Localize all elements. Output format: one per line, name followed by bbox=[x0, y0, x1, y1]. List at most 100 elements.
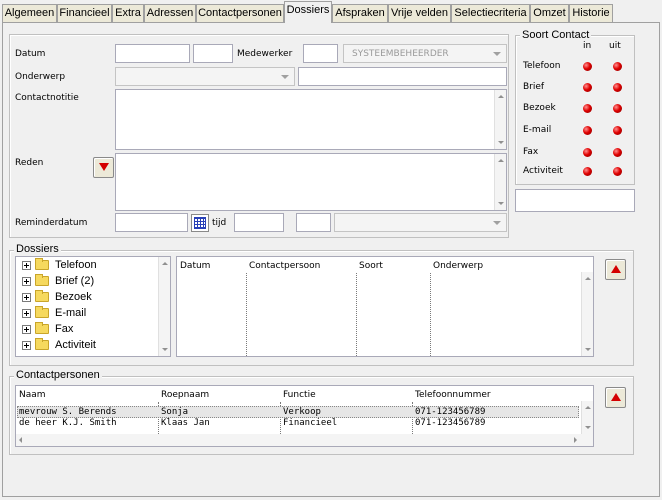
table-cell: Klaas Jan bbox=[161, 418, 210, 428]
chevron-down-icon bbox=[281, 75, 289, 79]
table-cell: Sonja bbox=[161, 407, 189, 417]
tab-historie[interactable]: Historie bbox=[569, 4, 613, 23]
soort-email-label: E-mail bbox=[523, 125, 552, 135]
table-cell: mevrouw S. Berends bbox=[19, 407, 117, 417]
column-header-functie[interactable]: Functie bbox=[283, 389, 316, 401]
folder-icon bbox=[35, 338, 49, 350]
table-cell: Verkoop bbox=[283, 407, 321, 417]
fax-in-led-icon[interactable] bbox=[583, 148, 592, 157]
column-divider bbox=[430, 273, 431, 356]
table-cell: 071-123456789 bbox=[415, 418, 486, 428]
soort-bezoek-label: Bezoek bbox=[523, 103, 556, 113]
reden-down-button[interactable] bbox=[93, 157, 114, 178]
bezoek-uit-led-icon[interactable] bbox=[613, 104, 622, 113]
fax-uit-led-icon[interactable] bbox=[613, 148, 622, 157]
column-header-datum[interactable]: Datum bbox=[180, 260, 210, 272]
column-header-soort[interactable]: Soort bbox=[359, 260, 383, 272]
brief-uit-led-icon[interactable] bbox=[613, 83, 622, 92]
contactnotitie-label: Contactnotitie bbox=[15, 93, 79, 103]
expand-icon[interactable] bbox=[22, 341, 31, 350]
tab-selectiecriteria[interactable]: Selectiecriteria bbox=[451, 4, 530, 23]
email-uit-led-icon[interactable] bbox=[613, 126, 622, 135]
contactpersonen-table[interactable]: Naam Roepnaam Functie Telefoonnummer mev… bbox=[15, 385, 594, 447]
tab-omzet[interactable]: Omzet bbox=[530, 4, 569, 23]
dossier-up-button[interactable] bbox=[605, 259, 626, 280]
expand-icon[interactable] bbox=[22, 277, 31, 286]
medewerker-code-input[interactable] bbox=[303, 44, 338, 63]
folder-icon bbox=[35, 258, 49, 270]
tab-dossiers[interactable]: Dossiers bbox=[284, 1, 332, 23]
expand-icon[interactable] bbox=[22, 261, 31, 270]
reminder-code-input[interactable] bbox=[296, 213, 331, 232]
dossiers-tree[interactable]: Telefoon Brief (2) Bezoek E-mail Fax Act… bbox=[15, 256, 171, 357]
email-in-led-icon[interactable] bbox=[583, 126, 592, 135]
calendar-icon bbox=[194, 217, 206, 229]
table-cell: 071-123456789 bbox=[415, 407, 486, 417]
tab-strip: Algemeen Financieel Extra Adressen Conta… bbox=[0, 0, 662, 23]
arrow-up-icon bbox=[611, 393, 621, 401]
activiteit-uit-led-icon[interactable] bbox=[613, 167, 622, 176]
in-column-label: in bbox=[583, 41, 592, 51]
reminder-tijd-input[interactable] bbox=[234, 213, 284, 232]
column-divider bbox=[246, 273, 247, 356]
dossiers-tree-scrollbar[interactable] bbox=[158, 257, 170, 356]
column-header-contactpersoon[interactable]: Contactpersoon bbox=[249, 260, 320, 272]
soort-contact-title: Soort Contact bbox=[520, 29, 592, 41]
reden-textarea[interactable] bbox=[115, 153, 507, 211]
telefoon-in-led-icon[interactable] bbox=[583, 62, 592, 71]
folder-icon bbox=[35, 290, 49, 302]
brief-in-led-icon[interactable] bbox=[583, 83, 592, 92]
dossiers-list[interactable]: Datum Contactpersoon Soort Onderwerp bbox=[176, 256, 594, 357]
contactpersonen-title: Contactpersonen bbox=[14, 369, 102, 381]
soort-telefoon-label: Telefoon bbox=[523, 61, 561, 71]
column-header-onderwerp[interactable]: Onderwerp bbox=[433, 260, 483, 272]
folder-icon bbox=[35, 306, 49, 318]
tab-adressen[interactable]: Adressen bbox=[144, 4, 196, 23]
expand-icon[interactable] bbox=[22, 293, 31, 302]
soort-contact-extra-field[interactable] bbox=[515, 189, 635, 212]
onderwerp-select[interactable] bbox=[115, 67, 295, 86]
table-cell: Financieel bbox=[283, 418, 338, 428]
contactpersonen-vscrollbar[interactable] bbox=[581, 401, 593, 434]
column-header-naam[interactable]: Naam bbox=[19, 389, 46, 401]
expand-icon[interactable] bbox=[22, 325, 31, 334]
chevron-down-icon bbox=[493, 221, 501, 225]
reden-scrollbar[interactable] bbox=[494, 154, 506, 210]
tab-vrije-velden[interactable]: Vrije velden bbox=[388, 4, 451, 23]
tab-extra[interactable]: Extra bbox=[112, 4, 144, 23]
soort-fax-label: Fax bbox=[523, 147, 539, 157]
tab-contactpersonen[interactable]: Contactpersonen bbox=[196, 4, 284, 23]
tab-afspraken[interactable]: Afspraken bbox=[332, 4, 388, 23]
medewerker-select[interactable]: SYSTEEMBEHEERDER bbox=[343, 44, 507, 63]
medewerker-value: SYSTEEMBEHEERDER bbox=[352, 49, 449, 59]
calendar-button[interactable] bbox=[191, 214, 209, 232]
dossiers-title: Dossiers bbox=[14, 243, 61, 255]
column-header-roepnaam[interactable]: Roepnaam bbox=[161, 389, 209, 401]
reminderdatum-input[interactable] bbox=[115, 213, 188, 232]
arrow-up-icon bbox=[611, 265, 621, 273]
onderwerp-input[interactable] bbox=[298, 67, 507, 86]
contactpersonen-hscrollbar[interactable] bbox=[16, 434, 593, 446]
arrow-down-icon bbox=[99, 163, 109, 171]
tab-algemeen[interactable]: Algemeen bbox=[2, 4, 57, 23]
telefoon-uit-led-icon[interactable] bbox=[613, 62, 622, 71]
dossiers-list-scrollbar[interactable] bbox=[581, 272, 593, 356]
medewerker-label: Medewerker bbox=[237, 49, 293, 59]
datum-time-input[interactable] bbox=[193, 44, 233, 63]
datum-input[interactable] bbox=[115, 44, 190, 63]
onderwerp-label: Onderwerp bbox=[15, 72, 66, 82]
contactnotitie-scrollbar[interactable] bbox=[494, 90, 506, 149]
table-cell: de heer K.J. Smith bbox=[19, 418, 117, 428]
reden-label: Reden bbox=[15, 158, 44, 168]
activiteit-in-led-icon[interactable] bbox=[583, 167, 592, 176]
soort-activiteit-label: Activiteit bbox=[523, 166, 563, 176]
folder-icon bbox=[35, 274, 49, 286]
column-divider bbox=[356, 273, 357, 356]
column-header-telefoonnummer[interactable]: Telefoonnummer bbox=[415, 389, 491, 401]
contactnotitie-textarea[interactable] bbox=[115, 89, 507, 150]
expand-icon[interactable] bbox=[22, 309, 31, 318]
reminder-medewerker-select[interactable] bbox=[334, 213, 507, 232]
tab-financieel[interactable]: Financieel bbox=[57, 4, 112, 23]
contactpersoon-up-button[interactable] bbox=[605, 387, 626, 408]
bezoek-in-led-icon[interactable] bbox=[583, 104, 592, 113]
